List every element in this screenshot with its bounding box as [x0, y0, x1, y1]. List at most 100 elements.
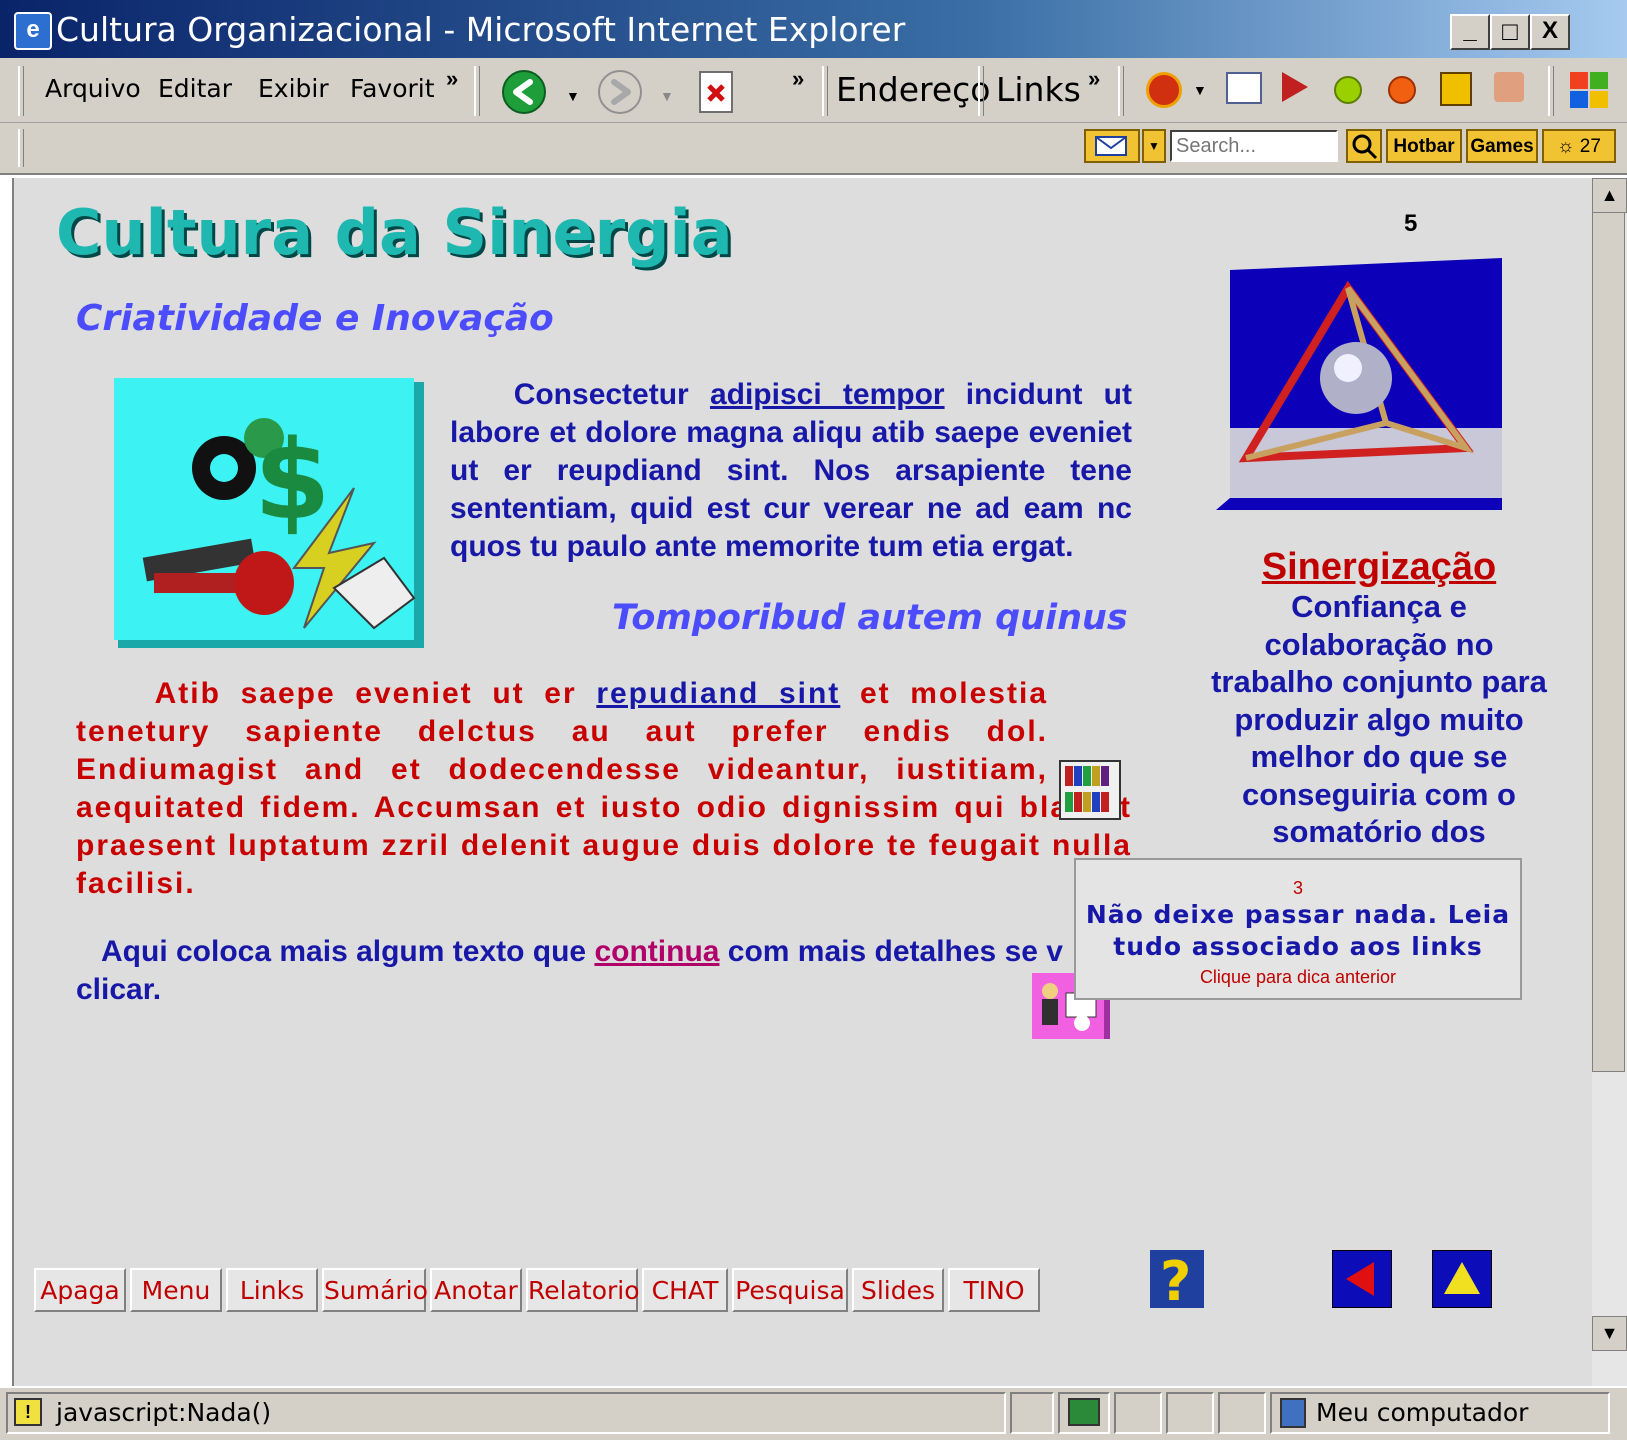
status-bar: ! javascript:Nada() Meu computador [0, 1386, 1627, 1440]
red-text-start: Atib saepe eveniet ut er [154, 677, 597, 710]
top-page-icon[interactable] [1431, 1249, 1493, 1309]
search-button[interactable] [1346, 129, 1382, 163]
network-icon [1068, 1398, 1100, 1426]
red-text-end: et molestia tenetury sapiente delctus au… [76, 677, 1132, 900]
nav-slides-button[interactable]: Slides [852, 1268, 944, 1312]
ie-icon: e [14, 12, 52, 50]
computer-icon [1280, 1398, 1306, 1428]
intro-text-start: Consectetur [513, 378, 710, 411]
toolbar-grip [18, 66, 24, 116]
nav-apaga-button[interactable]: Apaga [34, 1268, 126, 1312]
nav-anotar-button[interactable]: Anotar [430, 1268, 522, 1312]
status-message-cell: ! javascript:Nada() [6, 1392, 1006, 1434]
menu-favoritos[interactable]: Favorit [350, 74, 435, 103]
nav-chat-button[interactable]: CHAT [642, 1268, 728, 1312]
toolbar-overflow-chevron[interactable]: » [792, 66, 804, 92]
forward-button[interactable] [598, 70, 642, 114]
title-bar: e Cultura Organizacional - Microsoft Int… [0, 0, 1627, 60]
zone-cell: Meu computador [1270, 1392, 1610, 1434]
email-button[interactable] [1084, 129, 1140, 163]
minimize-button[interactable]: _ [1450, 14, 1490, 50]
zone-label: Meu computador [1316, 1398, 1529, 1427]
status-cell-icon [1058, 1392, 1110, 1434]
page-content: Cultura da Sinergia Criatividade e Inova… [12, 178, 1594, 1386]
svg-text:?: ? [1160, 1250, 1191, 1308]
stop-button[interactable] [698, 70, 734, 114]
window-title: Cultura Organizacional - Microsoft Inter… [56, 10, 906, 49]
link-continua[interactable]: continua [594, 935, 719, 968]
subtitle-tomporibud: Tomporibud autem quinus [612, 598, 1128, 638]
hotbar-button[interactable]: Hotbar [1386, 129, 1462, 163]
orange-dot-icon[interactable] [1388, 76, 1416, 104]
play-icon[interactable] [1282, 72, 1308, 102]
games-button[interactable]: Games [1466, 129, 1538, 163]
scroll-thumb[interactable] [1592, 212, 1625, 1072]
synergy-description: Confiança e colaboração no trabalho conj… [1211, 589, 1547, 853]
toolbar-row-2: ▼ Hotbar Games ☼ 27 [0, 123, 1627, 175]
slide-number: 5 [1404, 210, 1418, 237]
scroll-up-icon[interactable]: ▲ [1592, 178, 1627, 213]
magnifier-icon [1352, 134, 1378, 160]
nav-sumario-button[interactable]: Sumário [322, 1268, 428, 1312]
tip-previous-link[interactable]: Clique para dica anterior [1076, 967, 1520, 988]
links-bar-label[interactable]: Links [996, 70, 1081, 109]
hand-icon[interactable] [1494, 72, 1524, 102]
close-button[interactable]: X [1530, 14, 1570, 50]
menu-editar[interactable]: Editar [158, 74, 232, 103]
windows-logo-icon [1568, 70, 1612, 112]
links-overflow-chevron[interactable]: » [1088, 66, 1100, 92]
menu-arquivo[interactable]: Arquivo [45, 74, 141, 103]
toolbar-row-1: Arquivo Editar Exibir Favorit » ▼ ▼ » En… [0, 60, 1627, 123]
back-button[interactable] [502, 70, 546, 114]
separator [474, 66, 480, 116]
continue-text-start: Aqui coloca mais algum texto que [101, 935, 595, 968]
link-repudiand-sint[interactable]: repudiand sint [596, 677, 840, 710]
toolbar-grip [18, 129, 24, 167]
status-message: javascript:Nada() [56, 1398, 272, 1427]
address-bar-label[interactable]: Endereço [836, 70, 991, 109]
envelope-icon [1095, 136, 1127, 156]
red-paragraph: Atib saepe eveniet ut er repudiand sint … [76, 675, 1132, 903]
nav-relatorio-button[interactable]: Relatorio [526, 1268, 640, 1312]
stop-icon [699, 71, 733, 113]
green-dot-icon[interactable] [1334, 76, 1362, 104]
continue-text-end: com mais detalhes se v [719, 935, 1063, 968]
forward-arrow-icon [598, 70, 642, 114]
search-input[interactable] [1170, 130, 1338, 162]
nav-links-button[interactable]: Links [226, 1268, 318, 1312]
subtitle-creativity: Criatividade e Inovação [76, 298, 554, 339]
continue-text-line2: clicar. [76, 973, 162, 1006]
previous-page-icon[interactable] [1331, 1249, 1393, 1309]
media-icon[interactable] [1146, 72, 1182, 108]
key-icon[interactable] [1440, 72, 1472, 106]
menu-overflow-chevron[interactable]: » [446, 66, 458, 92]
nav-tino-button[interactable]: TINO [948, 1268, 1040, 1312]
menu-exibir[interactable]: Exibir [258, 74, 329, 103]
maximize-button[interactable]: □ [1490, 14, 1530, 50]
back-dropdown-icon[interactable]: ▼ [566, 88, 580, 104]
bookshelf-icon[interactable] [1059, 760, 1121, 820]
separator [1548, 66, 1554, 116]
help-question-icon[interactable]: ? [1150, 1250, 1204, 1313]
vertical-scrollbar[interactable]: ▲ ▼ [1592, 178, 1627, 1386]
email-dropdown-icon[interactable]: ▼ [1142, 129, 1166, 163]
continue-paragraph: Aqui coloca mais algum texto que continu… [76, 933, 1076, 1009]
status-cell [1010, 1392, 1054, 1434]
page-title: Cultura da Sinergia [56, 196, 733, 269]
intro-paragraph: Consectetur adipisci tempor incidunt ut … [450, 376, 1132, 566]
tip-number: 3 [1292, 878, 1303, 898]
svg-text:$: $ [254, 416, 331, 544]
nav-pesquisa-button[interactable]: Pesquisa [732, 1268, 848, 1312]
weather-button[interactable]: ☼ 27 [1542, 129, 1616, 163]
back-arrow-icon [502, 70, 546, 114]
window-icon[interactable] [1226, 72, 1262, 104]
link-adipisci-tempor[interactable]: adipisci tempor [710, 378, 945, 411]
separator [822, 66, 828, 116]
warning-icon: ! [14, 1398, 42, 1426]
scroll-down-icon[interactable]: ▼ [1592, 1316, 1627, 1351]
forward-dropdown-icon[interactable]: ▼ [660, 88, 674, 104]
synergy-triangle-image [1216, 258, 1506, 510]
tip-text: Não deixe passar nada. Leia tudo associa… [1085, 900, 1511, 961]
media-dropdown-icon[interactable]: ▼ [1193, 82, 1207, 98]
nav-menu-button[interactable]: Menu [130, 1268, 222, 1312]
